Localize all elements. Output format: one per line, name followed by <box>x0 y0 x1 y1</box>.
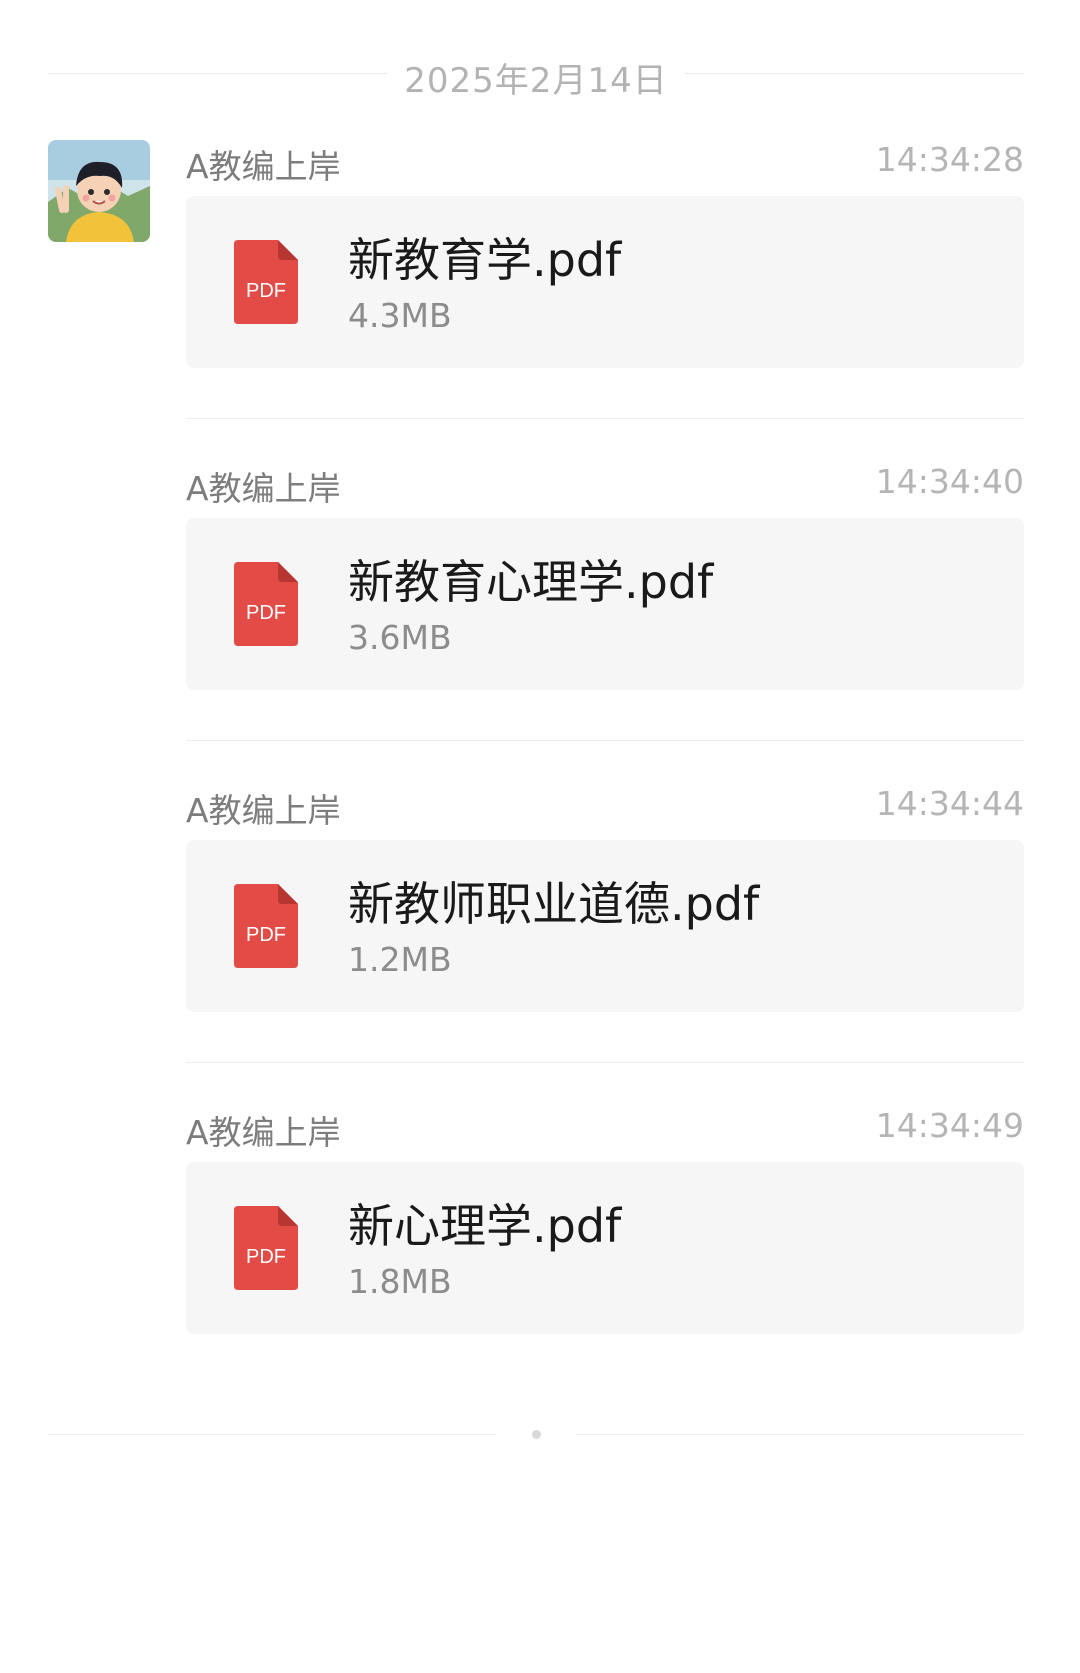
pdf-type-label: PDF <box>246 924 286 946</box>
sender-name: A教编上岸 <box>186 469 341 508</box>
sender-avatar[interactable] <box>48 140 150 242</box>
avatar-icon <box>48 140 150 242</box>
file-card[interactable]: PDF 新心理学.pdf 1.8MB <box>186 1162 1024 1334</box>
pdf-file-icon: PDF <box>234 884 298 968</box>
message-separator <box>186 1062 1024 1063</box>
sender-name: A教编上岸 <box>186 147 341 186</box>
file-name: 新心理学.pdf <box>348 1199 622 1253</box>
message-separator <box>186 740 1024 741</box>
date-label: 2025年2月14日 <box>404 61 668 101</box>
pdf-file-icon: PDF <box>234 240 298 324</box>
file-card[interactable]: PDF 新教育学.pdf 4.3MB <box>186 196 1024 368</box>
end-divider <box>48 1430 1024 1440</box>
file-size: 1.8MB <box>348 1262 452 1301</box>
file-size: 1.2MB <box>348 940 452 979</box>
message-time: 14:34:44 <box>875 784 1024 823</box>
file-size: 3.6MB <box>348 618 452 657</box>
file-name: 新教育学.pdf <box>348 233 622 287</box>
pdf-type-label: PDF <box>246 1246 286 1268</box>
sender-name: A教编上岸 <box>186 1113 341 1152</box>
file-name: 新教师职业道德.pdf <box>348 877 760 931</box>
date-divider: 2025年2月14日 <box>48 45 1024 105</box>
divider-line-right <box>684 73 1024 74</box>
sender-name: A教编上岸 <box>186 791 341 830</box>
divider-line-right <box>576 1434 1024 1435</box>
file-name: 新教育心理学.pdf <box>348 555 714 609</box>
file-card[interactable]: PDF 新教育心理学.pdf 3.6MB <box>186 518 1024 690</box>
divider-dot <box>532 1430 541 1439</box>
pdf-file-icon: PDF <box>234 1206 298 1290</box>
message-time: 14:34:28 <box>875 140 1024 179</box>
divider-line-left <box>48 1434 496 1435</box>
pdf-type-label: PDF <box>246 280 286 302</box>
message-time: 14:34:49 <box>875 1106 1024 1145</box>
pdf-type-label: PDF <box>246 602 286 624</box>
message-time: 14:34:40 <box>875 462 1024 501</box>
message-separator <box>186 418 1024 419</box>
pdf-file-icon: PDF <box>234 562 298 646</box>
file-size: 4.3MB <box>348 296 452 335</box>
file-card[interactable]: PDF 新教师职业道德.pdf 1.2MB <box>186 840 1024 1012</box>
